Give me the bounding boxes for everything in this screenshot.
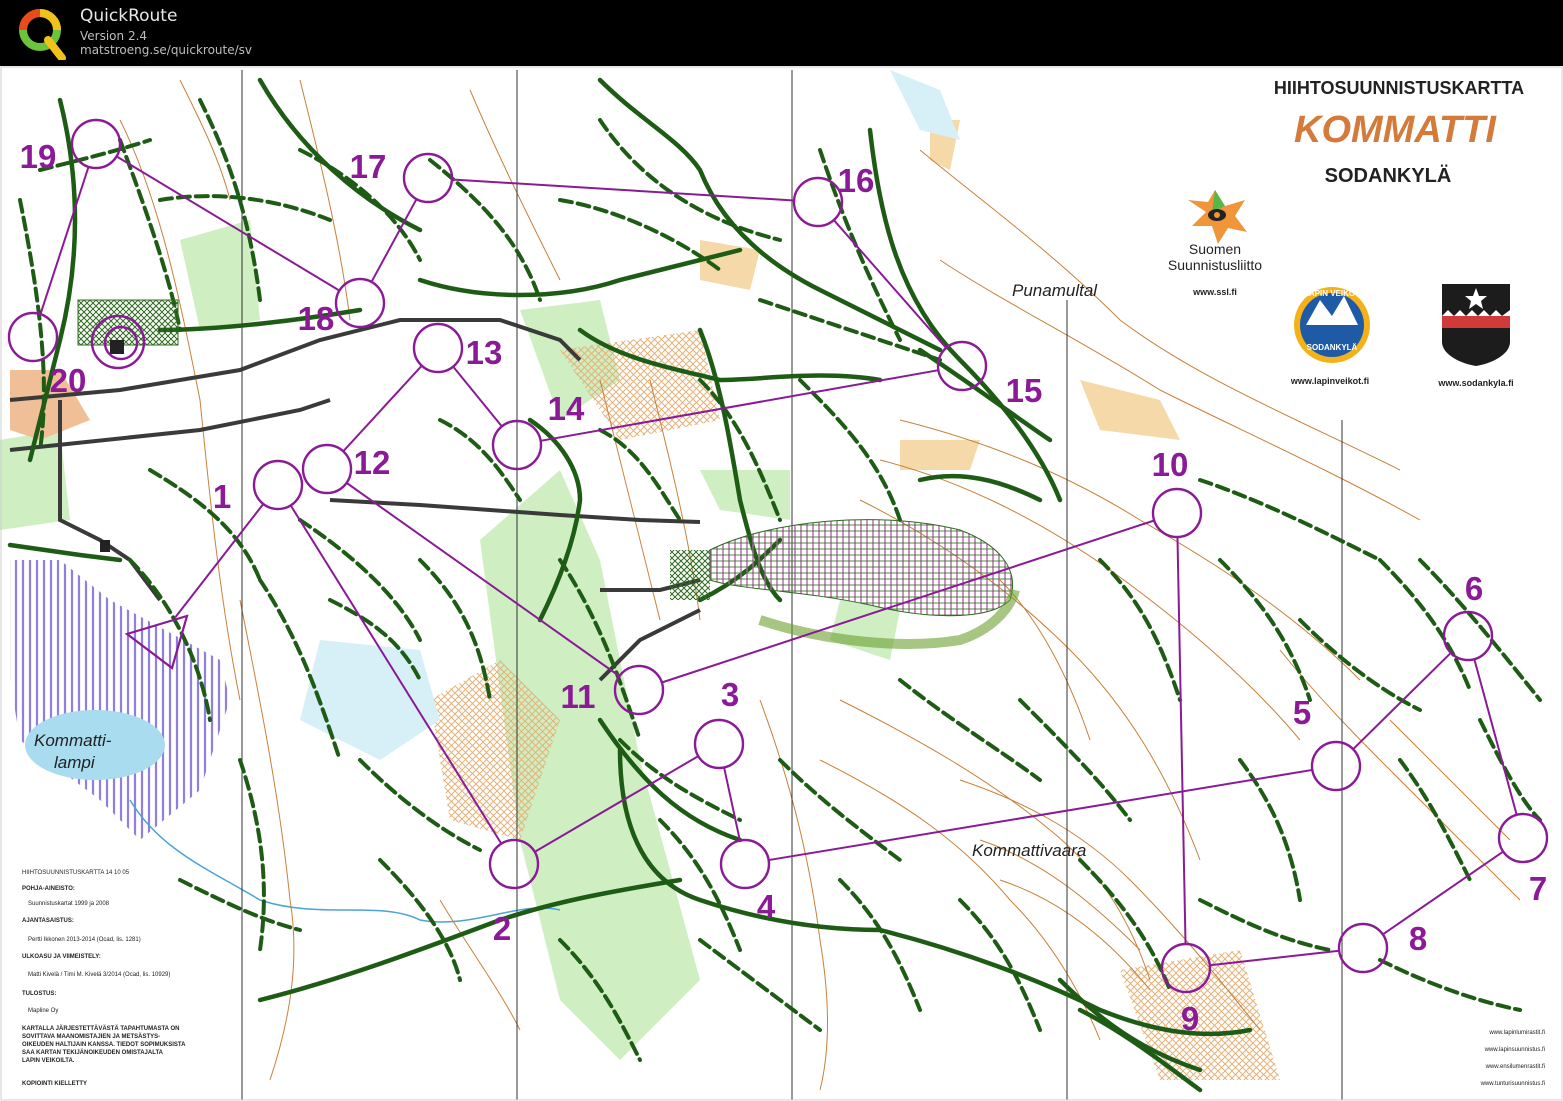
- control-number: 14: [548, 390, 585, 427]
- quickroute-logo-icon: [19, 9, 66, 60]
- app-title: QuickRoute: [80, 6, 178, 26]
- credit-line: Suunnistuskartat 1999 ja 2008: [28, 901, 110, 907]
- credit-line: SOVITTAVA MAANOMISTAJIEN JA METSÄSTYS-: [22, 1033, 160, 1040]
- map-header-title: HIIHTOSUUNNISTUSKARTTA: [1274, 78, 1524, 98]
- link-url[interactable]: www.lapinsuunnistus.fi: [1484, 1047, 1545, 1053]
- credit-line: Mapline Oy: [28, 1008, 58, 1014]
- control-number: 12: [354, 444, 391, 481]
- credit-line: HIIHTOSUUNNISTUSKARTTA 14 10 05: [22, 870, 130, 876]
- control-number: 8: [1409, 920, 1427, 957]
- map-municipality: SODANKYLÄ: [1325, 164, 1452, 187]
- control-number: 7: [1529, 870, 1547, 907]
- link-url[interactable]: www.lapinlumirastit.fi: [1488, 1030, 1545, 1036]
- control-number: 17: [350, 148, 387, 185]
- credit-line: SAA KARTAN TEKIJÄNOIKEUDEN OMISTAJALTA: [22, 1049, 164, 1056]
- lapinveikot-url[interactable]: www.lapinveikot.fi: [1290, 376, 1369, 386]
- app-version: Version 2.4: [80, 29, 148, 43]
- credit-line: TULOSTUS:: [22, 991, 56, 997]
- lapinveikot-badge-icon: LAPIN VEIKOT SODANKYLÄ: [1294, 287, 1370, 363]
- link-url[interactable]: www.ensilumenrastit.fi: [1485, 1064, 1545, 1070]
- credit-line: KOPIOINTI KIELLETTY: [22, 1081, 87, 1087]
- label-kommattivaara: Kommattivaara: [972, 841, 1086, 860]
- control-number: 9: [1181, 1000, 1199, 1037]
- sodankyla-coat-of-arms-icon: [1442, 284, 1510, 366]
- stadium-inner: [670, 550, 710, 600]
- control-number: 11: [561, 678, 596, 715]
- credit-line: Pertti Ikkonen 2013-2014 (Ocad, lis. 128…: [28, 937, 141, 943]
- control-number: 6: [1465, 570, 1483, 607]
- lapinveikot-badge-bottom: SODANKYLÄ: [1307, 343, 1358, 352]
- credit-line: POHJA-AINEISTO:: [22, 886, 75, 892]
- control-number: 15: [1006, 372, 1043, 409]
- app-url[interactable]: matstroeng.se/quickroute/sv: [80, 43, 252, 57]
- credit-line: AJANTASAISTUS:: [22, 918, 74, 924]
- building-small: [100, 540, 110, 552]
- ssl-name-line1: Suomen: [1189, 241, 1241, 257]
- control-number: 16: [838, 162, 875, 199]
- label-lake-line1: Kommatti-: [34, 731, 112, 750]
- control-number: 2: [493, 910, 511, 947]
- credit-line: OIKEUDEN HALTIJAIN KANSSA. TIEDOT SOPIMU…: [22, 1042, 186, 1048]
- control-number: 13: [466, 334, 503, 371]
- control-number: 5: [1293, 694, 1311, 731]
- control-number: 3: [721, 676, 739, 713]
- app-titlebar: QuickRoute Version 2.4 matstroeng.se/qui…: [0, 0, 1563, 66]
- label-lake-line2: lampi: [54, 753, 96, 772]
- orienteering-map[interactable]: 1234567891011121314 151617181920 HIIHTOSU…: [0, 66, 1563, 1101]
- ssl-name-line2: Suunnistusliitto: [1168, 257, 1262, 273]
- credit-line: KARTALLA JÄRJESTETTÄVÄSTÄ TAPAHTUMASTA O…: [22, 1025, 179, 1032]
- sodankyla-url[interactable]: www.sodankyla.fi: [1437, 378, 1513, 388]
- credit-line: ULKOASU JA VIIMEISTELY:: [22, 954, 101, 960]
- control-number: 18: [298, 300, 335, 337]
- lapinveikot-badge-top: LAPIN VEIKOT: [1304, 289, 1360, 298]
- control-number: 4: [757, 888, 776, 925]
- ssl-url[interactable]: www.ssl.fi: [1192, 287, 1237, 297]
- link-url[interactable]: www.tunturisuunnistus.fi: [1480, 1081, 1545, 1087]
- control-number: 20: [50, 362, 87, 399]
- control-number: 1: [213, 478, 231, 515]
- credit-line: Matti Kivelä / Timi M. Kivelä 3/2014 (Oc…: [28, 972, 170, 978]
- map-area-name: KOMMATTI: [1294, 109, 1497, 151]
- control-number: 19: [20, 138, 57, 175]
- credit-line: LAPIN VEIKOILTA.: [22, 1058, 75, 1064]
- control-number: 10: [1152, 446, 1189, 483]
- stadium-building: [110, 340, 124, 354]
- label-punamultal: Punamultal: [1012, 281, 1098, 300]
